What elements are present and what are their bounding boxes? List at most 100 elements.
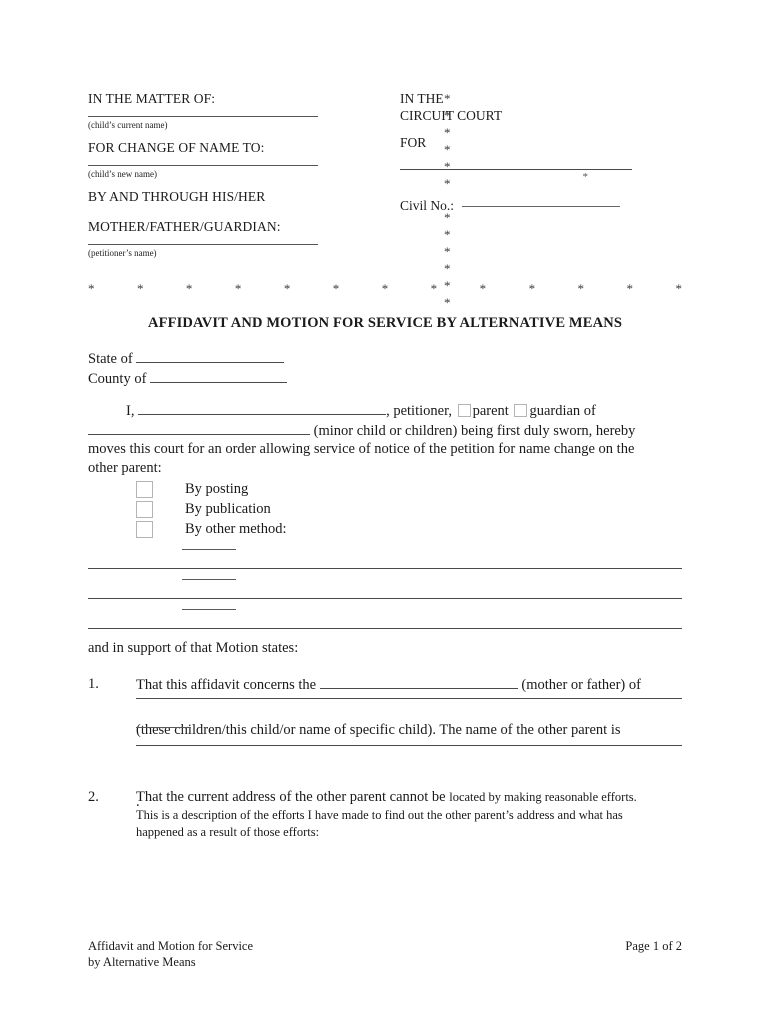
service-method-list: By posting By publication By other metho… <box>136 479 287 539</box>
by-publication-label: By publication <box>185 501 271 517</box>
petitioner-name-note: (petitioner’s name) <box>88 248 157 258</box>
footer-left: Affidavit and Motion for Service by Alte… <box>88 938 253 970</box>
by-posting-label: By posting <box>185 481 249 497</box>
method-row-publication[interactable]: By publication <box>136 499 287 519</box>
petitioner-name-field[interactable] <box>138 401 387 415</box>
divider-star: * <box>234 281 242 296</box>
item-1-text-c: (these children/this child/or name of sp… <box>136 721 621 738</box>
divider-star: * <box>332 281 340 296</box>
caption-star: * <box>444 244 451 259</box>
caption-in-the: IN THE <box>400 91 444 106</box>
write-in-short-rule[interactable] <box>182 579 236 580</box>
write-in-long-rule[interactable] <box>88 628 682 629</box>
item-1-spacer <box>136 739 682 793</box>
minor-child-tail-text: (minor child or children) being first du… <box>313 422 636 439</box>
write-in-line-group <box>88 572 682 602</box>
county-of-label: County of <box>88 370 147 387</box>
numbered-item-2: 2. That the current address of the other… <box>88 788 682 841</box>
caption-star: * <box>444 159 451 174</box>
divider-star: * <box>136 281 144 296</box>
other-method-write-in-lines <box>88 542 682 632</box>
divider-star: * <box>381 281 389 296</box>
state-of-row: State of <box>88 349 287 369</box>
state-of-field[interactable] <box>136 349 285 363</box>
by-posting-checkbox[interactable] <box>136 480 153 498</box>
write-in-line-group <box>88 602 682 632</box>
write-in-short-rule[interactable] <box>182 609 236 610</box>
item-2-text-d: happened as a result of those efforts: <box>136 824 320 839</box>
caption-by-and-through: BY AND THROUGH HIS/HER <box>88 189 266 204</box>
guardian-checkbox[interactable] <box>514 404 528 417</box>
case-caption: IN THE MATTER OF: (child’s current name)… <box>88 90 682 310</box>
parent-checkbox[interactable] <box>457 404 471 417</box>
write-in-short-rule[interactable] <box>182 549 236 550</box>
county-of-field[interactable] <box>150 369 288 383</box>
caption-star: * <box>444 295 451 310</box>
divider-star: * <box>430 281 438 296</box>
divider-star: * <box>479 281 487 296</box>
caption-star-column: * * * * * * * * * * * * <box>444 90 464 311</box>
civil-number-rule <box>462 206 621 207</box>
caption-star: * <box>444 261 451 276</box>
child-new-name-rule <box>88 165 318 166</box>
caption-row-matter: IN THE MATTER OF: (child’s current name)… <box>88 90 682 259</box>
caption-for-change-of-name-to: FOR CHANGE OF NAME TO: <box>88 140 265 155</box>
by-publication-checkbox[interactable] <box>136 500 153 518</box>
divider-star: * <box>528 281 536 296</box>
caption-circuit-court: CIRCUIT COURT <box>400 108 503 123</box>
item-2-text-b: located by making reasonable efforts. <box>449 790 637 804</box>
divider-star: * <box>283 281 291 296</box>
caption-star: * <box>444 91 451 106</box>
caption-mother-father-guardian: MOTHER/FATHER/GUARDIAN: <box>88 219 281 234</box>
write-in-line-group <box>88 542 682 572</box>
affidavit-intro-paragraph: I, , petitioner, parent guardian of (min… <box>88 401 682 477</box>
petitioner-name-rule <box>88 244 318 245</box>
item-1-text-a: That this affidavit concerns the <box>136 677 317 693</box>
court-county-rule <box>400 169 632 170</box>
by-other-method-label: By other method: <box>185 521 287 537</box>
caption-star: * <box>444 210 451 225</box>
intro-line-3: moves this court for an order allowing s… <box>88 441 635 457</box>
divider-star: * <box>626 281 633 296</box>
caption-rule-star: * <box>582 171 589 183</box>
state-of-label: State of <box>88 351 133 367</box>
caption-right-column: IN THE CIRCUIT COURT FOR * Civil No.: <box>400 90 682 214</box>
footer-page-number: Page 1 of 2 <box>625 939 682 953</box>
mother-or-father-field[interactable] <box>319 675 518 689</box>
write-in-long-rule[interactable] <box>88 598 682 599</box>
document-page: IN THE MATTER OF: (child’s current name)… <box>0 0 770 1024</box>
page-footer: Affidavit and Motion for Service by Alte… <box>88 938 682 970</box>
footer-title-line-1: Affidavit and Motion for Service <box>88 939 254 953</box>
caption-for: FOR <box>400 135 427 150</box>
minor-child-field[interactable] <box>88 421 310 435</box>
write-in-long-rule[interactable] <box>88 568 682 569</box>
method-row-other[interactable]: By other method: <box>136 519 287 539</box>
intro-line-4: other parent: <box>88 459 162 476</box>
caption-star: * <box>444 227 451 242</box>
divider-star: * <box>185 281 193 296</box>
by-other-method-checkbox[interactable] <box>136 520 153 538</box>
child-current-name-note: (child’s current name) <box>88 120 168 130</box>
caption-star: * <box>444 108 451 123</box>
caption-star-divider: * * * * * * * * * * * * * <box>88 282 682 295</box>
child-new-name-note: (child’s new name) <box>88 169 157 179</box>
page-title: AFFIDAVIT AND MOTION FOR SERVICE BY ALTE… <box>147 315 623 331</box>
item-1-rule-2[interactable] <box>136 745 682 746</box>
venue-block: State of County of <box>88 349 288 388</box>
caption-left-column: IN THE MATTER OF: (child’s current name)… <box>88 90 356 259</box>
guardian-label: guardian of <box>529 403 596 419</box>
parent-label: parent <box>472 403 509 419</box>
item-2-text-c: This is a description of the efforts I h… <box>136 807 623 822</box>
caption-star: * <box>444 142 451 157</box>
divider-star: * <box>577 281 585 296</box>
method-row-posting[interactable]: By posting <box>136 479 287 499</box>
item-1-short-rule[interactable] <box>136 727 191 728</box>
caption-in-the-matter-of: IN THE MATTER OF: <box>88 91 216 106</box>
item-1-rule-1[interactable] <box>136 698 682 699</box>
item-1-number: 1. <box>88 676 99 692</box>
